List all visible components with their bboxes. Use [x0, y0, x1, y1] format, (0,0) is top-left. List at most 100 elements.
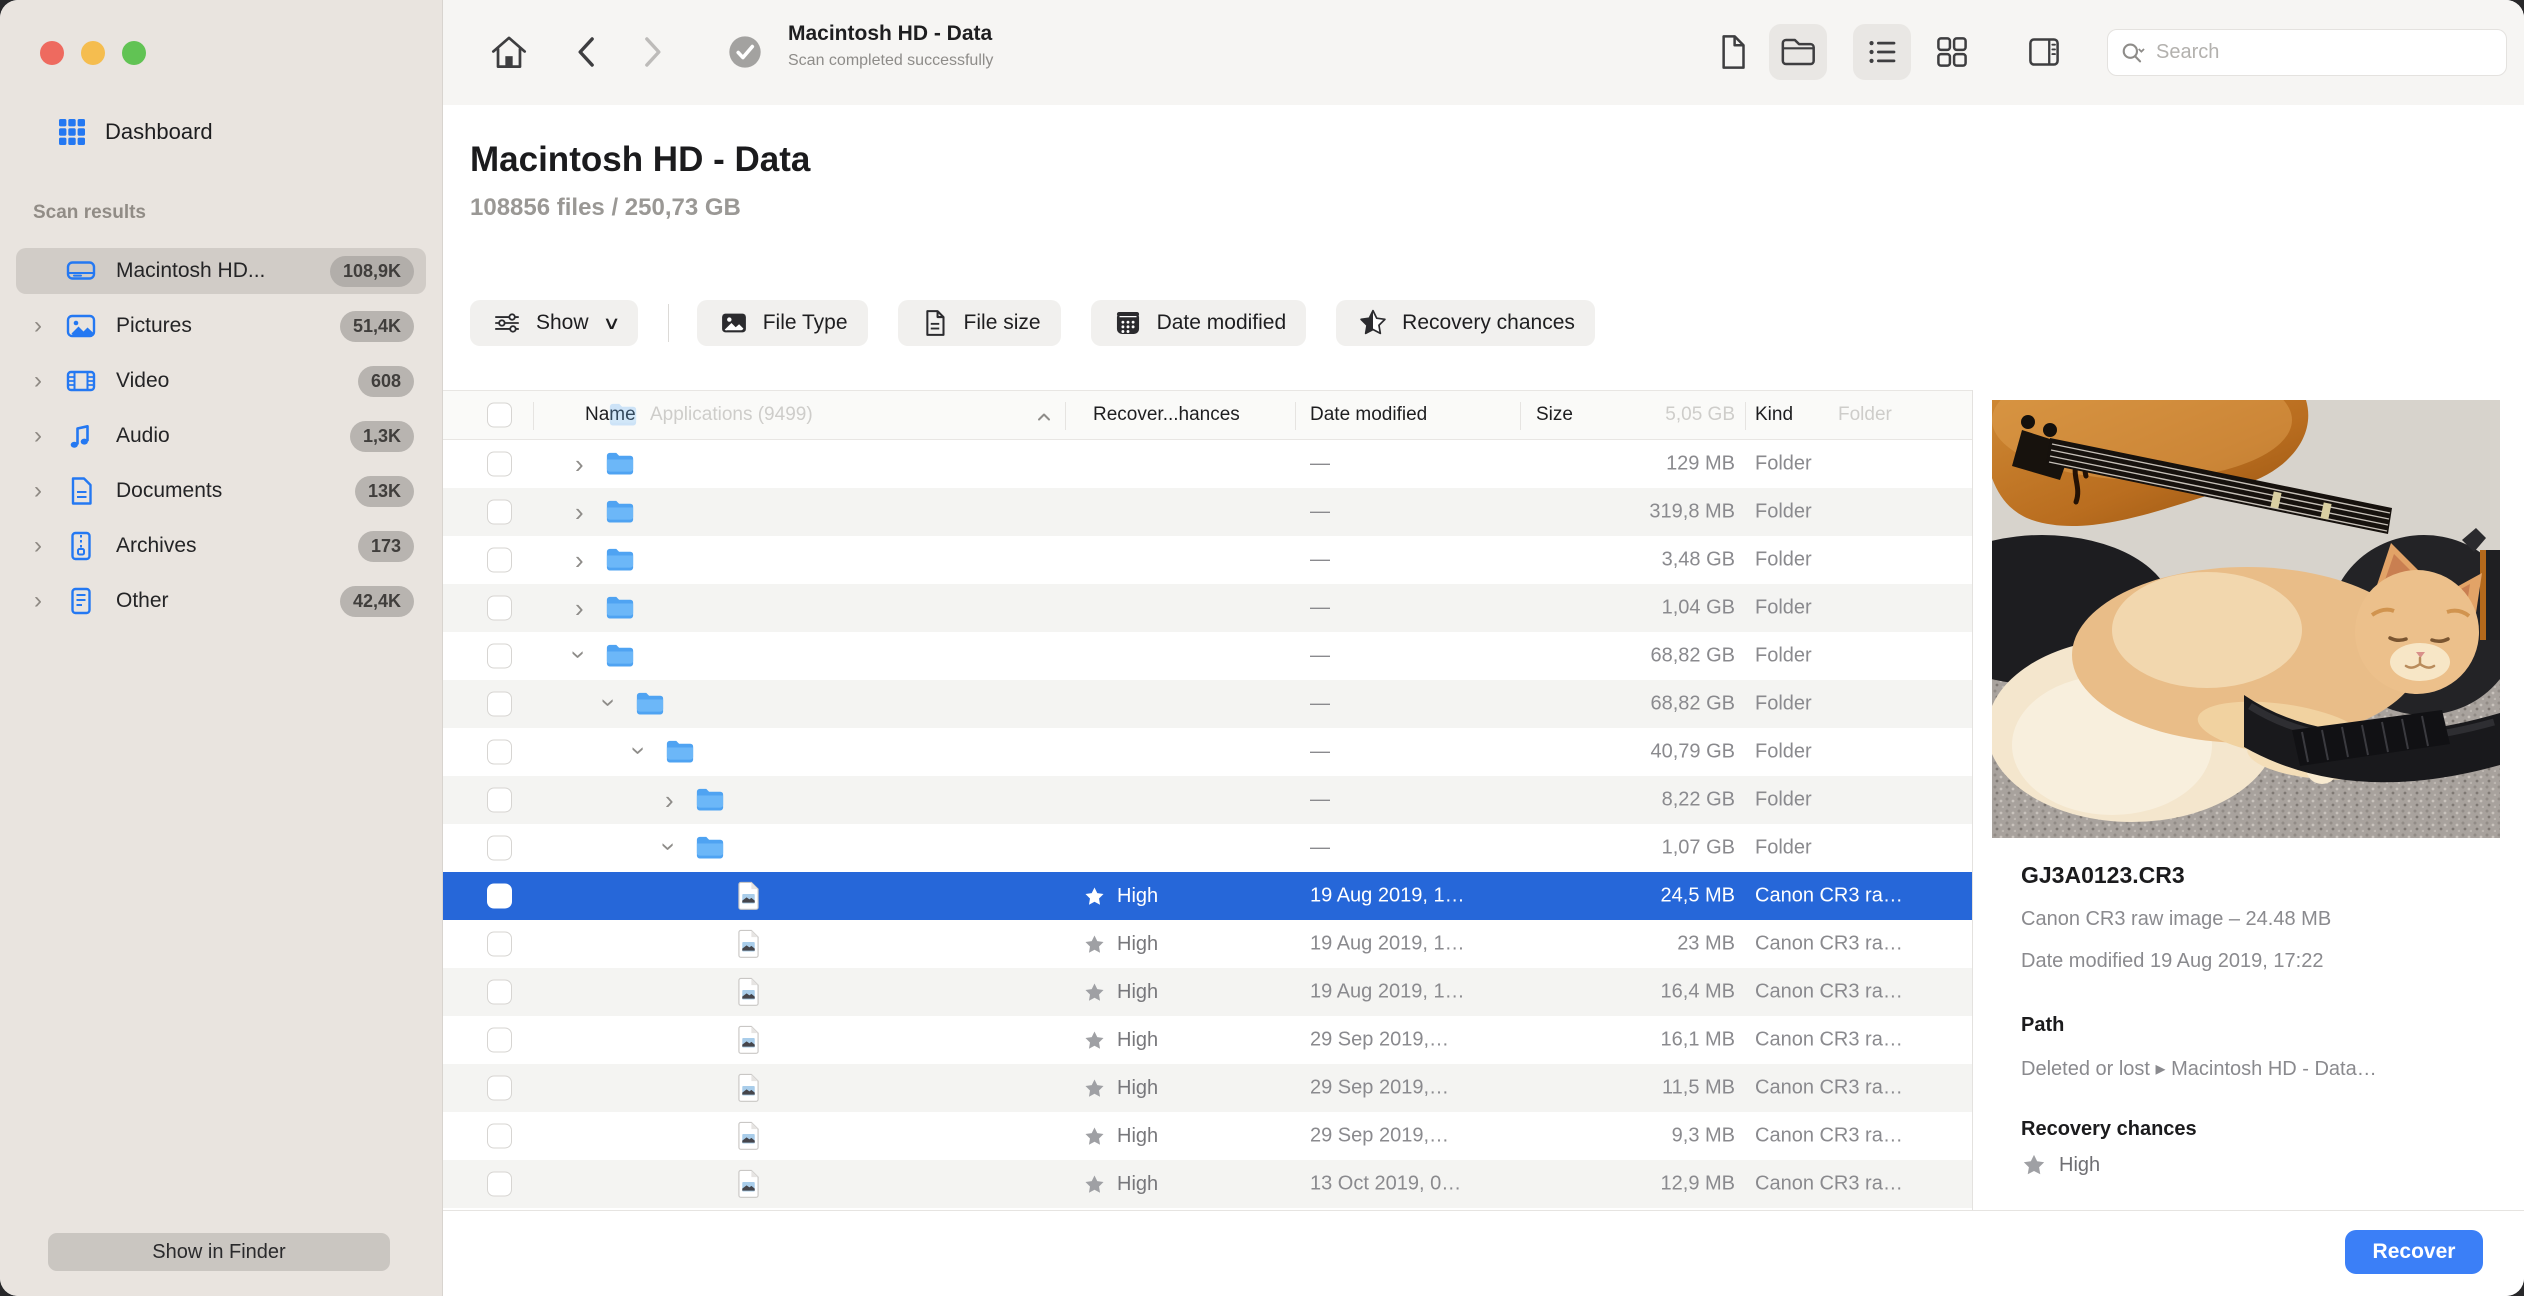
window-close-button[interactable]	[40, 41, 64, 65]
date-modified-filter-button[interactable]: Date modified	[1090, 300, 1307, 346]
home-icon[interactable]	[486, 29, 532, 75]
sidebar-item-audio[interactable]: › Audio 1,3K	[16, 413, 426, 459]
file-size-filter-button[interactable]: File size	[897, 300, 1061, 346]
sidebar-item-other[interactable]: › Other 42,4K	[16, 578, 426, 624]
row-checkbox[interactable]	[487, 1123, 512, 1149]
table-row[interactable]: › — 3,48 GB Folder	[443, 536, 1972, 584]
sidebar-item-archives[interactable]: › Archives 173	[16, 523, 426, 569]
row-checkbox[interactable]	[487, 835, 512, 861]
chevron-right-icon[interactable]: ›	[30, 424, 46, 448]
row-checkbox[interactable]	[487, 931, 512, 957]
file-view-icon[interactable]	[1703, 24, 1761, 80]
row-checkbox[interactable]	[487, 979, 512, 1005]
row-checkbox[interactable]	[487, 739, 512, 765]
row-checkbox[interactable]	[487, 1027, 512, 1053]
column-header-recovery[interactable]: Recover...hances	[1093, 404, 1240, 426]
search-field[interactable]	[2107, 29, 2507, 76]
tree-chevron-icon[interactable]: ›	[624, 746, 654, 755]
sort-ascending-icon[interactable]	[1035, 408, 1053, 426]
size-cell: 24,5 MB	[1660, 884, 1735, 907]
table-row[interactable]: › — 1,04 GB Folder	[443, 584, 1972, 632]
sidebar-item-dashboard[interactable]: Dashboard	[55, 110, 213, 154]
table-row[interactable]: High 29 Sep 2019,… 11,5 MB Canon CR3 ra…	[443, 1064, 1972, 1112]
tree-chevron-icon[interactable]: ›	[564, 650, 594, 659]
folder-icon	[605, 499, 635, 525]
sidebar-item-documents[interactable]: › Documents 13K	[16, 468, 426, 514]
tree-chevron-icon[interactable]: ›	[654, 842, 684, 851]
row-checkbox[interactable]	[487, 1171, 512, 1197]
show-in-finder-button[interactable]: Show in Finder	[48, 1233, 390, 1271]
select-all-checkbox[interactable]	[487, 402, 512, 428]
table-row[interactable]: › — 40,79 GB Folder	[443, 728, 1972, 776]
sidebar-item-video[interactable]: › Video 608	[16, 358, 426, 404]
table-row[interactable]: › — 8,22 GB Folder	[443, 776, 1972, 824]
list-view-button[interactable]	[1853, 24, 1911, 80]
table-row[interactable]: High 29 Sep 2019,… 9,3 MB Canon CR3 ra…	[443, 1112, 1972, 1160]
row-checkbox[interactable]	[487, 1075, 512, 1101]
recover-button[interactable]: Recover	[2345, 1230, 2483, 1274]
tree-chevron-icon[interactable]: ›	[594, 698, 624, 707]
preview-image[interactable]	[1992, 400, 2500, 838]
item-count-badge: 108,9K	[329, 255, 414, 287]
table-row[interactable]: › — 129 MB Folder	[443, 440, 1972, 488]
tree-chevron-icon[interactable]: ›	[575, 595, 584, 621]
row-checkbox[interactable]	[487, 643, 512, 669]
ghost-row-kind: Folder	[1838, 404, 1892, 425]
chevron-right-icon[interactable]: ›	[30, 589, 46, 613]
recovery-cell: High	[1083, 1160, 1158, 1208]
details-date-value: 19 Aug 2019, 17:22	[2149, 950, 2324, 972]
details-recovery-label: Recovery chances	[2021, 1118, 2197, 1140]
sidebar-item-macintosh-hd[interactable]: › Macintosh HD... 108,9K	[16, 248, 426, 294]
window-zoom-button[interactable]	[122, 41, 146, 65]
recovery-cell: High	[1083, 872, 1158, 920]
row-checkbox[interactable]	[487, 499, 512, 525]
tree-chevron-icon[interactable]: ›	[575, 451, 584, 477]
row-checkbox[interactable]	[487, 883, 512, 909]
column-header-date[interactable]: Date modified	[1310, 404, 1427, 426]
date-cell: 29 Sep 2019,…	[1310, 1124, 1449, 1147]
file-icon	[737, 881, 760, 911]
audio-icon	[64, 419, 98, 453]
search-input[interactable]	[2156, 41, 2506, 64]
chevron-right-icon[interactable]: ›	[30, 479, 46, 503]
table-row[interactable]: High 19 Aug 2019, 1… 16,4 MB Canon CR3 r…	[443, 968, 1972, 1016]
table-row[interactable]: High 29 Sep 2019,… 16,1 MB Canon CR3 ra…	[443, 1016, 1972, 1064]
dashboard-label: Dashboard	[105, 119, 213, 144]
show-filter-button[interactable]: Show ∨	[470, 300, 638, 346]
row-checkbox[interactable]	[487, 547, 512, 573]
table-row[interactable]: › — 68,82 GB Folder	[443, 680, 1972, 728]
window-minimize-button[interactable]	[81, 41, 105, 65]
table-row[interactable]: High 13 Oct 2019, 0… 12,9 MB Canon CR3 r…	[443, 1160, 1972, 1208]
chevron-right-icon[interactable]: ›	[30, 534, 46, 558]
file-type-filter-button[interactable]: File Type	[696, 300, 868, 346]
tree-chevron-icon[interactable]: ›	[575, 547, 584, 573]
row-checkbox[interactable]	[487, 787, 512, 813]
details-date-label: Date modified	[2021, 950, 2145, 972]
preview-panel-toggle-icon[interactable]	[2015, 24, 2073, 80]
row-checkbox[interactable]	[487, 451, 512, 477]
folder-view-button[interactable]	[1769, 24, 1827, 80]
back-button[interactable]	[565, 29, 611, 75]
column-header-kind[interactable]: Kind	[1755, 404, 1793, 426]
chevron-right-icon[interactable]: ›	[30, 369, 46, 393]
kind-cell: Folder	[1755, 548, 1812, 571]
folder-icon	[695, 835, 725, 861]
row-checkbox[interactable]	[487, 691, 512, 717]
tree-chevron-icon[interactable]: ›	[575, 499, 584, 525]
star-icon	[1085, 886, 1104, 905]
table-row[interactable]: › — 319,8 MB Folder	[443, 488, 1972, 536]
table-row[interactable]: › — 1,07 GB Folder	[443, 824, 1972, 872]
row-checkbox[interactable]	[487, 595, 512, 621]
size-cell: 1,04 GB	[1661, 596, 1735, 619]
tree-chevron-icon[interactable]: ›	[665, 787, 674, 813]
table-row[interactable]: High 19 Aug 2019, 1… 24,5 MB Canon CR3 r…	[443, 872, 1972, 920]
grid-view-button[interactable]	[1923, 24, 1981, 80]
recovery-chances-filter-button[interactable]: Recovery chances	[1336, 300, 1595, 346]
table-row[interactable]: High 19 Aug 2019, 1… 23 MB Canon CR3 ra…	[443, 920, 1972, 968]
size-cell: 16,4 MB	[1660, 980, 1735, 1003]
table-row[interactable]: › — 68,82 GB Folder	[443, 632, 1972, 680]
chevron-right-icon[interactable]: ›	[30, 314, 46, 338]
sidebar-item-pictures[interactable]: › Pictures 51,4K	[16, 303, 426, 349]
forward-button[interactable]	[628, 29, 674, 75]
details-file-meta: Canon CR3 raw image – 24.48 MB	[2021, 908, 2332, 930]
